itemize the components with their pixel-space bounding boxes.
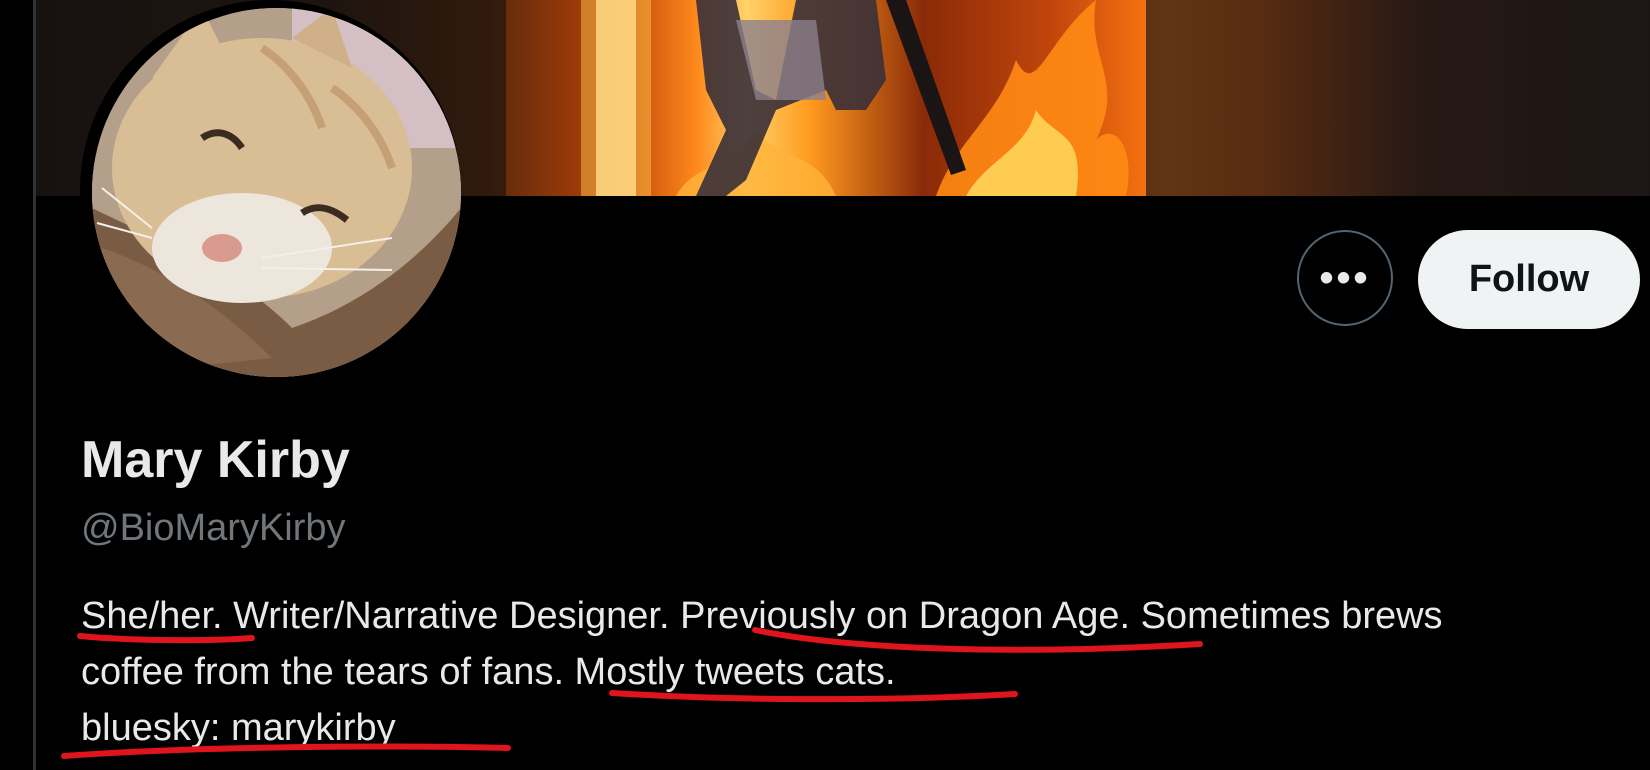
profile-bio: She/her. Writer/Narrative Designer. Prev… (81, 588, 1621, 756)
bio-line: coffee from the tears of fans. Mostly tw… (81, 651, 896, 693)
more-horizontal-icon: ••• (1319, 255, 1371, 300)
more-options-button[interactable]: ••• (1297, 230, 1393, 326)
follow-button-label: Follow (1468, 258, 1590, 300)
cat-photo (92, 8, 461, 377)
display-name: Mary Kirby (81, 431, 350, 489)
bio-line: bluesky: marykirby (81, 707, 396, 749)
bio-line: She/her. Writer/Narrative Designer. Prev… (81, 595, 1443, 637)
avatar[interactable] (92, 8, 461, 377)
follow-button[interactable]: Follow (1418, 230, 1640, 329)
user-handle: @BioMaryKirby (81, 507, 346, 549)
